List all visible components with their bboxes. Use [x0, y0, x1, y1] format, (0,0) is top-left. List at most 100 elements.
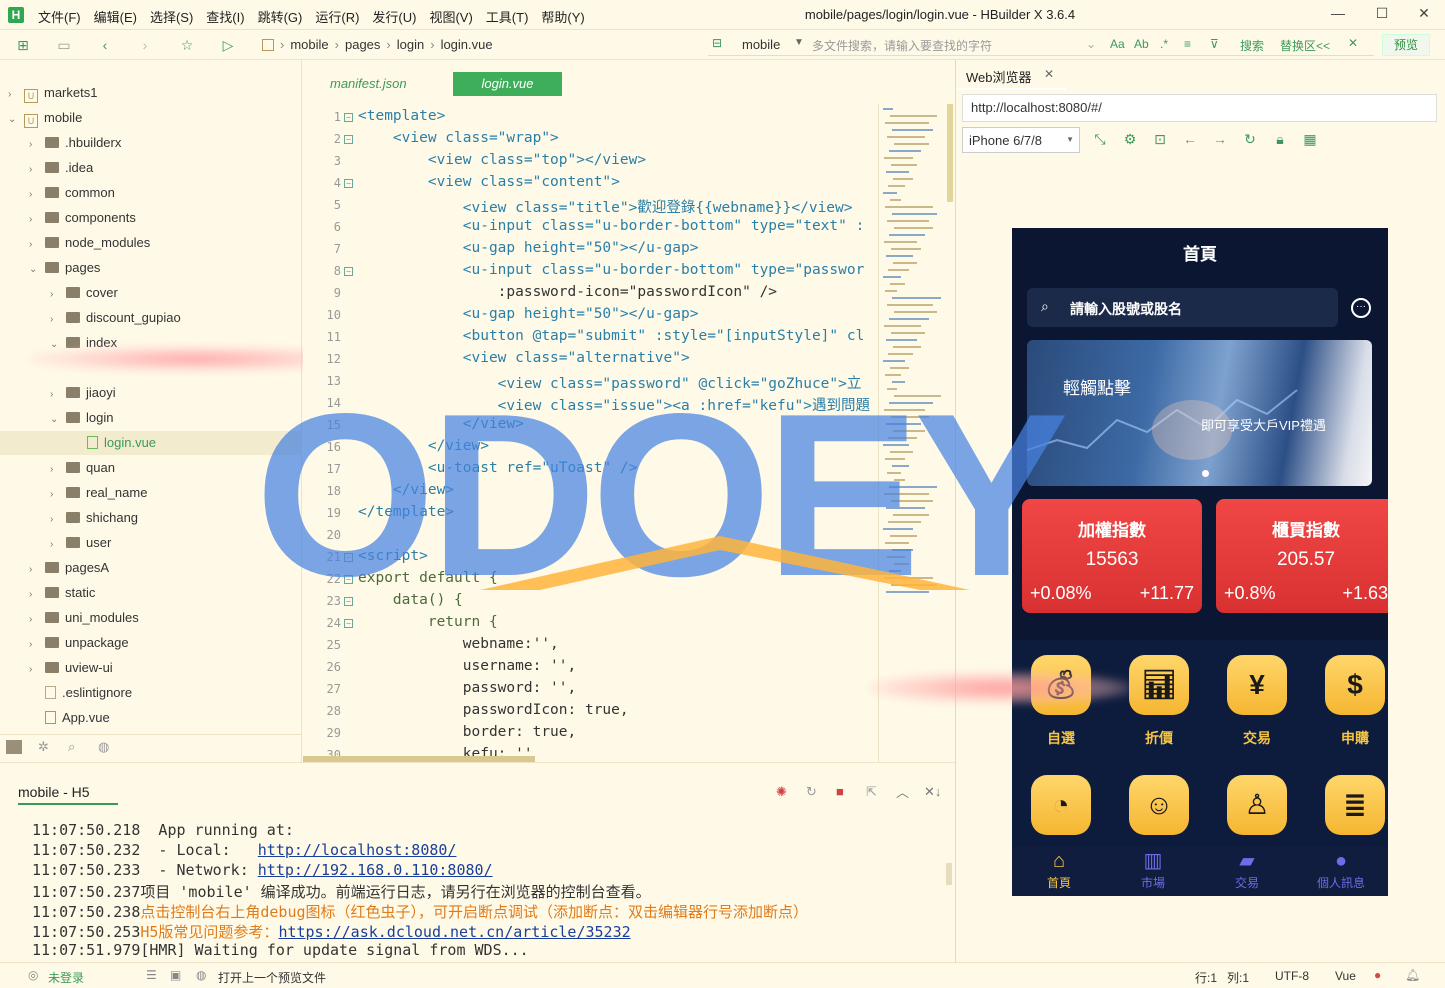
menu-item[interactable]: 工具(T)	[486, 7, 529, 26]
plugin-icon[interactable]: ◍	[98, 739, 109, 755]
close-tab-icon[interactable]: ✕	[1044, 67, 1054, 81]
console-scrollbar[interactable]	[946, 863, 952, 885]
run-icon[interactable]: ▷	[219, 36, 237, 54]
browser-tab[interactable]: Web浏览器	[966, 67, 1032, 86]
tab-bar-item[interactable]: ● 個人訊息	[1294, 850, 1388, 896]
line-number[interactable]: 1	[303, 110, 341, 124]
line-number[interactable]: 6	[303, 220, 341, 234]
forward-icon[interactable]: ›	[136, 36, 154, 54]
line-number[interactable]: 4	[303, 176, 341, 190]
maximize-icon[interactable]: ☐	[1372, 5, 1392, 22]
breadcrumb-item[interactable]: mobile	[290, 37, 328, 52]
fold-toggle-icon[interactable]: −	[344, 135, 353, 144]
chevron-right-icon[interactable]: ›	[29, 558, 41, 582]
chevron-right-icon[interactable]: ›	[29, 633, 41, 657]
tree-item-common[interactable]: › common	[29, 181, 115, 205]
chevron-right-icon[interactable]: ›	[50, 383, 62, 407]
export-icon[interactable]: ⇱	[866, 784, 877, 800]
tree-item-pages[interactable]: ⌄ pages	[29, 256, 100, 280]
minimize-icon[interactable]: —	[1328, 5, 1348, 21]
tree-item-jiaoyi[interactable]: › jiaoyi	[50, 381, 116, 405]
tree-item-uview-ui[interactable]: › uview-ui	[29, 656, 113, 680]
search-bar[interactable]: ⊟ mobile ▼ 多文件搜索，请输入要查找的字符 ⌄ Aa Ab .* ≡ …	[708, 34, 1374, 56]
feature-item[interactable]: $ 申購	[1325, 655, 1385, 755]
log-link[interactable]: http://192.168.0.110:8080/	[258, 861, 493, 879]
clear-console-icon[interactable]: ✕↓	[924, 784, 941, 800]
tree-item-unpackage[interactable]: › unpackage	[29, 631, 129, 655]
line-number[interactable]: 9	[303, 286, 341, 300]
tab-bar-item[interactable]: ▰ 交易	[1200, 850, 1294, 896]
replace-toggle[interactable]: 替换区<<	[1280, 37, 1330, 54]
search-button[interactable]: 搜索	[1240, 37, 1264, 54]
chevron-right-icon[interactable]: ›	[50, 283, 62, 307]
line-number[interactable]: 8	[303, 264, 341, 278]
line-number[interactable]: 28	[303, 704, 341, 718]
tree-item-login[interactable]: ⌄ login	[50, 406, 113, 430]
chevron-right-icon[interactable]: ›	[29, 608, 41, 632]
url-input[interactable]: http://localhost:8080/#/	[962, 94, 1437, 122]
debug-icon[interactable]: ✲	[38, 739, 49, 755]
feature-item[interactable]: ¥ 交易	[1227, 655, 1287, 755]
log-link[interactable]: http://localhost:8080/	[258, 841, 457, 859]
phone-search[interactable]: ⌕ 請輸入股號或股名	[1027, 288, 1338, 327]
debug-bug-icon[interactable]: ✺	[776, 784, 787, 800]
chevron-right-icon[interactable]: ›	[29, 158, 41, 182]
restart-icon[interactable]: ↻	[806, 784, 817, 800]
back-icon[interactable]: ‹	[96, 36, 114, 54]
banner-dot[interactable]	[1202, 470, 1209, 477]
search-scope[interactable]: mobile	[742, 37, 780, 52]
chat-icon[interactable]: ···	[1351, 298, 1371, 318]
encoding[interactable]: UTF-8	[1275, 969, 1309, 983]
tab-login-vue[interactable]: login.vue	[453, 72, 562, 96]
chevron-right-icon[interactable]: ›	[8, 83, 20, 107]
stop-icon[interactable]: ■	[836, 784, 844, 799]
chevron-right-icon[interactable]: ›	[29, 658, 41, 682]
line-number[interactable]: 25	[303, 638, 341, 652]
menu-item[interactable]: 查找(I)	[206, 7, 244, 26]
menu-item[interactable]: 运行(R)	[315, 7, 359, 26]
tree-item-node-modules[interactable]: › node_modules	[29, 231, 150, 255]
line-number[interactable]: 2	[303, 132, 341, 146]
line-number[interactable]: 11	[303, 330, 341, 344]
new-file-icon[interactable]: ⊞	[14, 36, 32, 54]
tree-item-quan[interactable]: › quan	[50, 456, 115, 480]
chevron-down-icon[interactable]: ⌄	[8, 108, 20, 132]
tree-item-shichang[interactable]: › shichang	[50, 506, 138, 530]
log-link[interactable]: https://ask.dcloud.net.cn/article/35232	[278, 923, 630, 941]
banner-image[interactable]: 輕觸點擊 即可享受大戶VIP禮遇	[1027, 340, 1372, 486]
console-tab[interactable]: mobile - H5	[18, 784, 118, 805]
tab-bar-item[interactable]: ⌂ 首頁	[1012, 850, 1106, 896]
chevron-down-icon[interactable]: ▼	[794, 37, 804, 48]
chevron-right-icon[interactable]: ›	[29, 208, 41, 232]
chevron-right-icon[interactable]: ›	[50, 483, 62, 507]
cursor-col[interactable]: 列:1	[1227, 969, 1249, 986]
bell-icon[interactable]: 🔔︎	[1405, 968, 1420, 982]
chevron-down-icon[interactable]: ⌄	[1086, 37, 1096, 51]
index-card[interactable]: 櫃買指數 205.57 +0.8% +1.63	[1216, 499, 1388, 613]
chevron-right-icon[interactable]: ›	[29, 583, 41, 607]
tree-item-app-vue[interactable]: App.vue	[29, 706, 110, 730]
search-input[interactable]: 多文件搜索，请输入要查找的字符	[812, 37, 992, 54]
search-files-icon[interactable]: ⌕	[68, 739, 75, 755]
language-mode[interactable]: Vue	[1335, 969, 1356, 983]
tab-manifest[interactable]: manifest.json	[330, 72, 407, 96]
console-icon[interactable]: ⊡	[1151, 131, 1169, 149]
line-number[interactable]: 29	[303, 726, 341, 740]
chevron-right-icon[interactable]: ›	[29, 183, 41, 207]
fold-toggle-icon[interactable]: −	[344, 179, 353, 188]
feature-item[interactable]: 💰︎自選	[1031, 655, 1091, 755]
tree-item--eslintignore[interactable]: .eslintignore	[29, 681, 132, 705]
tree-item-real-name[interactable]: › real_name	[50, 481, 147, 505]
forward-arrow-icon[interactable]: →	[1211, 131, 1229, 149]
menu-item[interactable]: 跳转(G)	[258, 7, 303, 26]
breadcrumb-item[interactable]: pages	[345, 37, 380, 52]
refresh-icon[interactable]: ↻	[1241, 131, 1259, 149]
feature-item[interactable]: 📊︎ 折價	[1129, 655, 1189, 755]
tree-item-pagesa[interactable]: › pagesA	[29, 556, 109, 580]
fold-toggle-icon[interactable]: −	[344, 267, 353, 276]
whole-word-icon[interactable]: Ab	[1134, 37, 1149, 51]
cursor-row[interactable]: 行:1	[1195, 969, 1217, 986]
line-number[interactable]: 12	[303, 352, 341, 366]
terminal-icon[interactable]: ▣	[170, 968, 181, 982]
menu-item[interactable]: 编辑(E)	[94, 7, 137, 26]
